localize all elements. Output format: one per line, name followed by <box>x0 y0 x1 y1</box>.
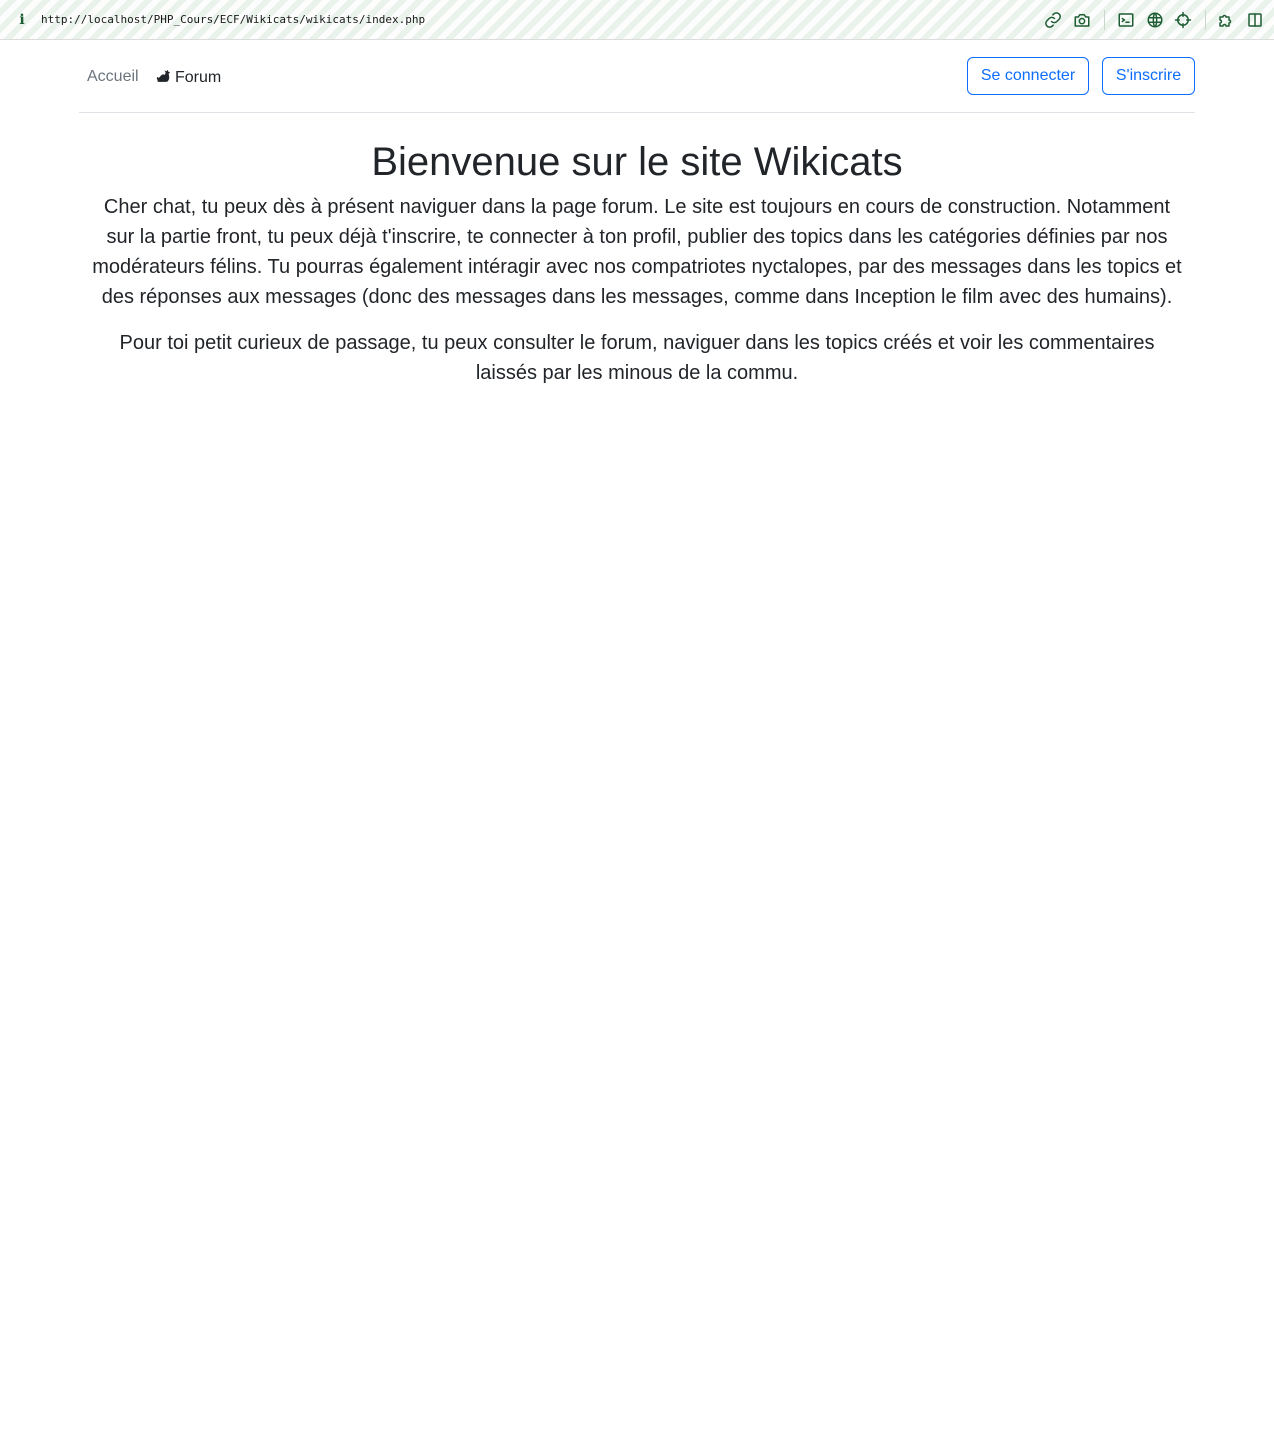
nav-link-accueil[interactable]: Accueil <box>87 67 139 87</box>
info-icon[interactable]: i <box>16 11 28 29</box>
link-icon[interactable] <box>1044 11 1062 29</box>
login-button[interactable]: Se connecter <box>967 57 1089 95</box>
url-field[interactable]: http://localhost/PHP_Cours/ECF/Wikicats/… <box>41 13 425 26</box>
puzzle-icon[interactable] <box>1217 11 1235 29</box>
sidebar-icon[interactable] <box>1246 11 1264 29</box>
cat-icon <box>155 67 172 84</box>
signup-button[interactable]: S'inscrire <box>1102 57 1195 95</box>
camera-icon[interactable] <box>1073 11 1091 29</box>
toolbar-divider <box>1205 10 1206 30</box>
main-content: Bienvenue sur le site Wikicats Cher chat… <box>79 138 1195 404</box>
visitor-paragraph: Pour toi petit curieux de passage, tu pe… <box>119 332 1155 384</box>
globe-icon[interactable] <box>1146 11 1164 29</box>
terminal-icon[interactable] <box>1117 11 1135 29</box>
crosshair-icon[interactable] <box>1174 11 1192 29</box>
nav-link-forum[interactable]: Forum <box>155 67 221 88</box>
page-title: Bienvenue sur le site Wikicats <box>371 140 903 184</box>
browser-address-bar: i http://localhost/PHP_Cours/ECF/Wikicat… <box>0 0 1274 40</box>
nav-link-forum-label: Forum <box>175 69 222 86</box>
toolbar-divider <box>1104 10 1105 30</box>
site-navbar: Accueil Forum Se connecter S'inscrire <box>79 40 1195 113</box>
intro-paragraph: Cher chat, tu peux dès à présent navigue… <box>92 196 1182 308</box>
